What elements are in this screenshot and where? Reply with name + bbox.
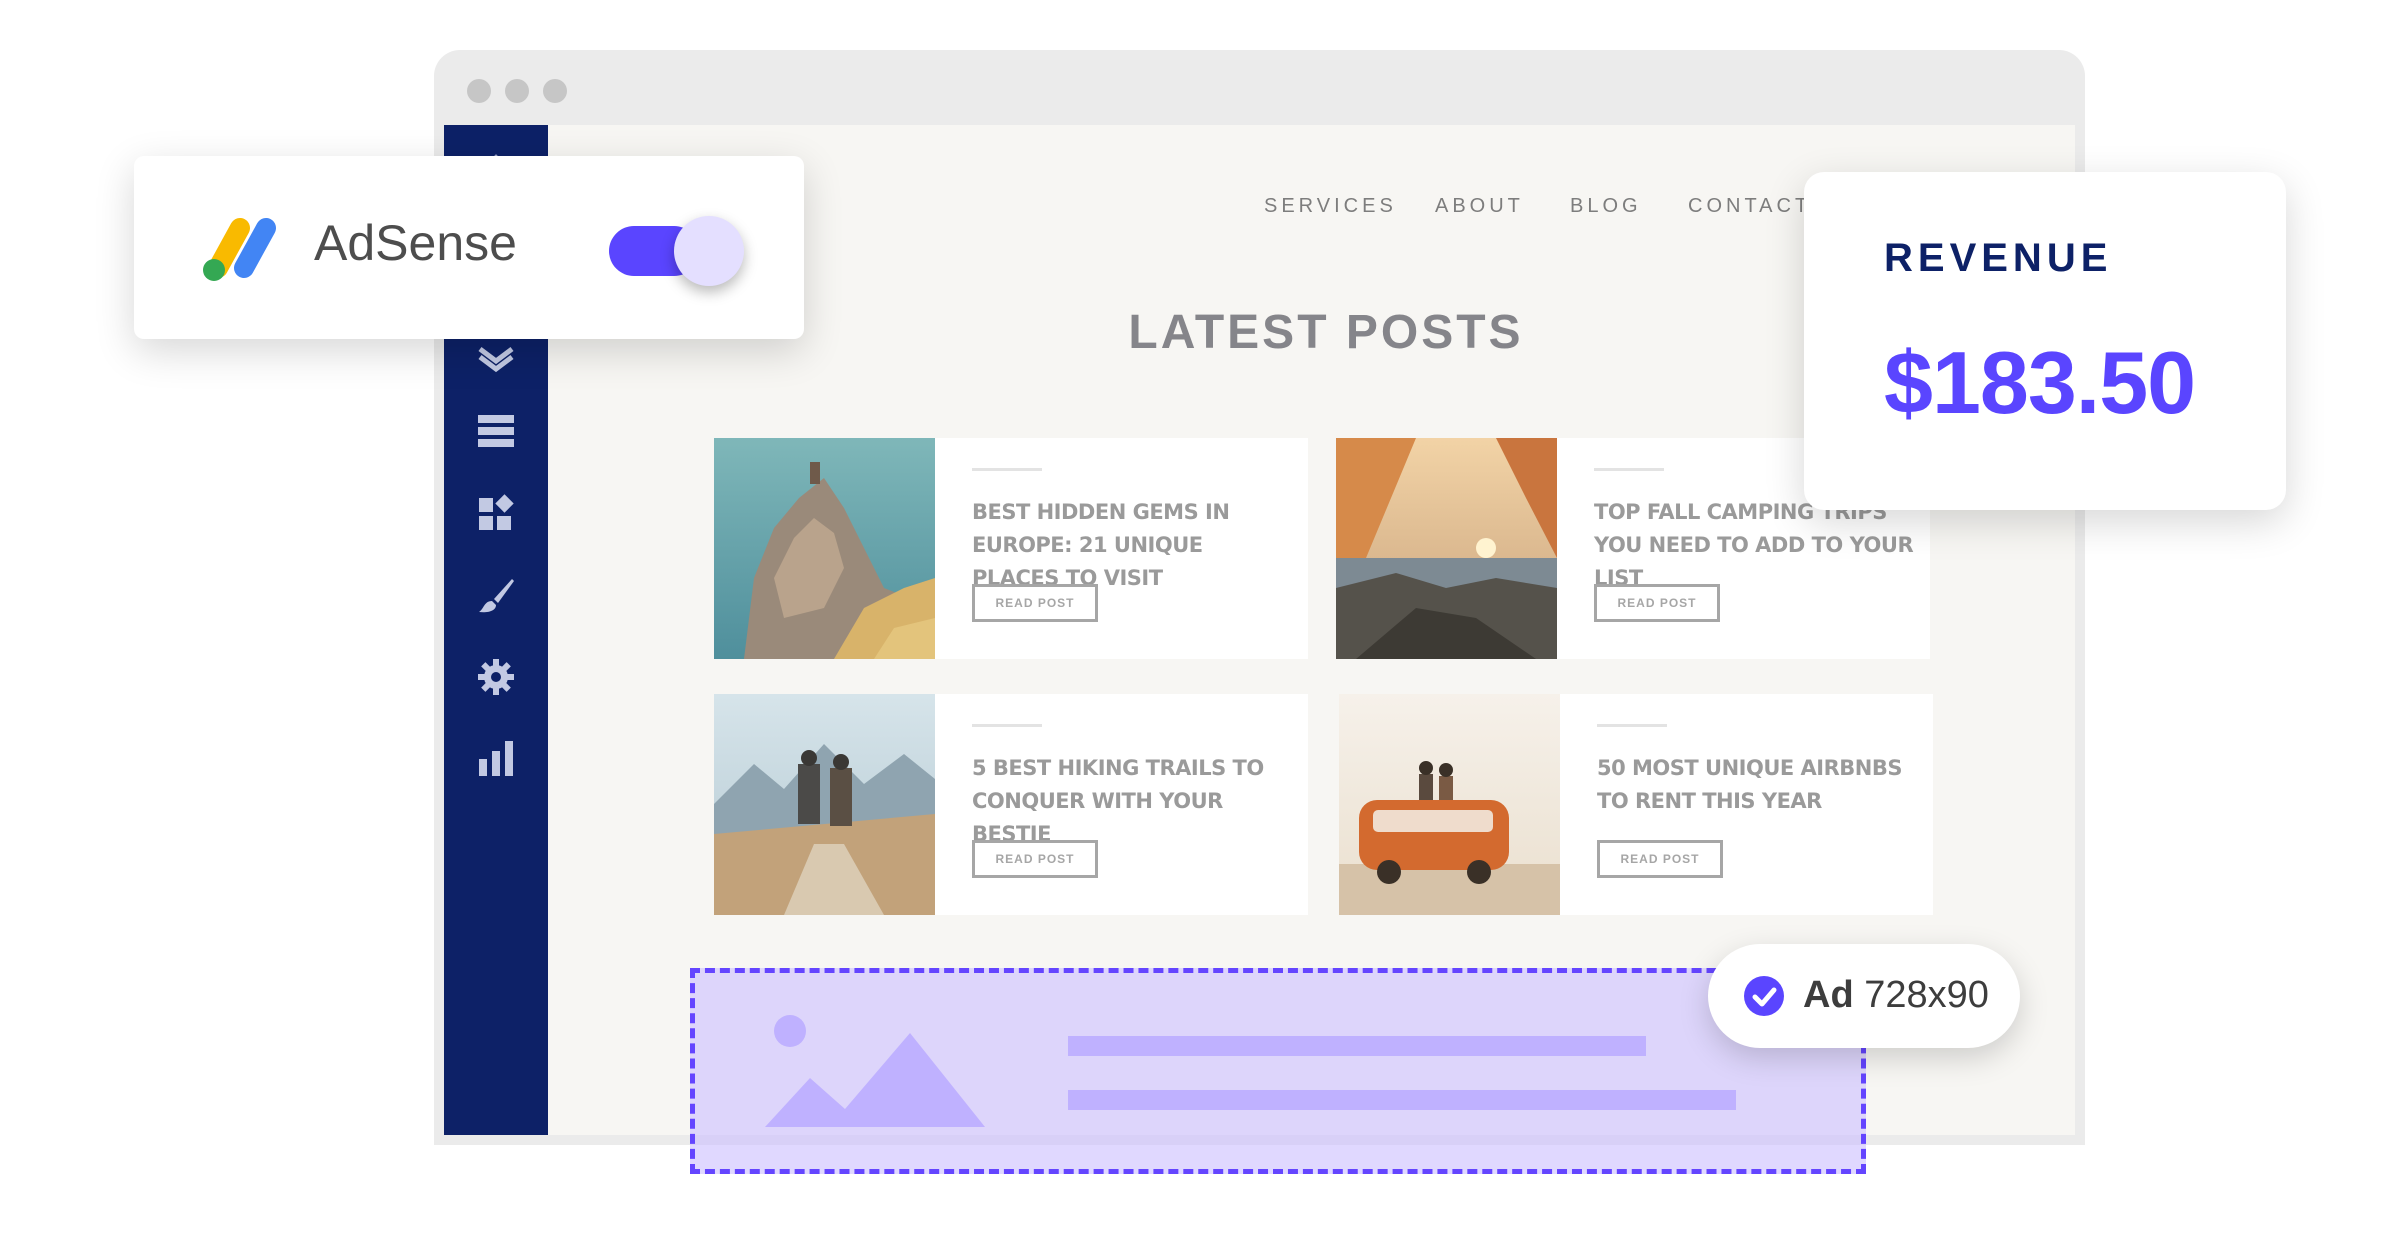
post-thumbnail[interactable]: [714, 438, 935, 659]
post-title[interactable]: Best Hidden Gems in Europe: 21 Unique Pl…: [972, 496, 1292, 595]
adsense-logo-icon: [203, 218, 276, 281]
post-card[interactable]: 5 Best Hiking Trails to Conquer with You…: [714, 694, 1308, 915]
layers-icon[interactable]: [476, 333, 516, 373]
post-title[interactable]: 50 Most Unique Airbnbs to Rent This Year: [1597, 752, 1917, 818]
revenue-label: REVENUE: [1884, 236, 2113, 280]
divider: [972, 468, 1042, 471]
read-post-button[interactable]: READ POST: [1597, 840, 1723, 878]
adsense-card: AdSense: [134, 156, 804, 339]
read-post-button[interactable]: READ POST: [1594, 584, 1720, 622]
divider: [1597, 724, 1667, 727]
revenue-card: REVENUE $183.50: [1804, 172, 2286, 510]
nav-services[interactable]: SERVICES: [1264, 195, 1397, 218]
ad-size-value: 728x90: [1864, 974, 1989, 1016]
adsense-label: AdSense: [314, 215, 517, 271]
post-thumbnail[interactable]: [1336, 438, 1557, 659]
text-placeholder-line: [1068, 1036, 1646, 1056]
bar-chart-icon[interactable]: [476, 739, 516, 779]
page-title: LATEST POSTS: [1128, 306, 1524, 359]
revenue-value: $183.50: [1884, 333, 2196, 432]
image-placeholder-icon: [765, 1015, 985, 1127]
read-post-button[interactable]: READ POST: [972, 584, 1098, 622]
read-post-button[interactable]: READ POST: [972, 840, 1098, 878]
ad-prefix: Ad: [1803, 974, 1854, 1016]
window-dot: [505, 79, 529, 103]
post-title[interactable]: Top Fall Camping Trips You Need to Add t…: [1594, 496, 1914, 595]
ad-size-label: Ad 728x90: [1803, 974, 1989, 1017]
nav-blog[interactable]: BLOG: [1570, 195, 1642, 218]
post-card[interactable]: Best Hidden Gems in Europe: 21 Unique Pl…: [714, 438, 1308, 659]
ad-placeholder[interactable]: [690, 968, 1866, 1174]
window-dot: [543, 79, 567, 103]
ad-size-badge: Ad 728x90: [1708, 944, 2020, 1048]
divider: [972, 724, 1042, 727]
widgets-icon[interactable]: [476, 493, 516, 533]
post-title[interactable]: 5 Best Hiking Trails to Conquer with You…: [972, 752, 1292, 851]
gear-icon[interactable]: [476, 657, 516, 697]
post-card[interactable]: 50 Most Unique Airbnbs to Rent This Year…: [1339, 694, 1933, 915]
check-icon: [1744, 976, 1784, 1016]
toggle-knob[interactable]: [674, 216, 744, 286]
brush-icon[interactable]: [476, 575, 516, 615]
nav-about[interactable]: ABOUT: [1435, 195, 1524, 218]
window-dot: [467, 79, 491, 103]
divider: [1594, 468, 1664, 471]
text-placeholder-line: [1068, 1090, 1736, 1110]
list-icon[interactable]: [476, 411, 516, 451]
nav-contact[interactable]: CONTACT: [1688, 195, 1811, 218]
post-thumbnail[interactable]: [714, 694, 935, 915]
post-thumbnail[interactable]: [1339, 694, 1560, 915]
